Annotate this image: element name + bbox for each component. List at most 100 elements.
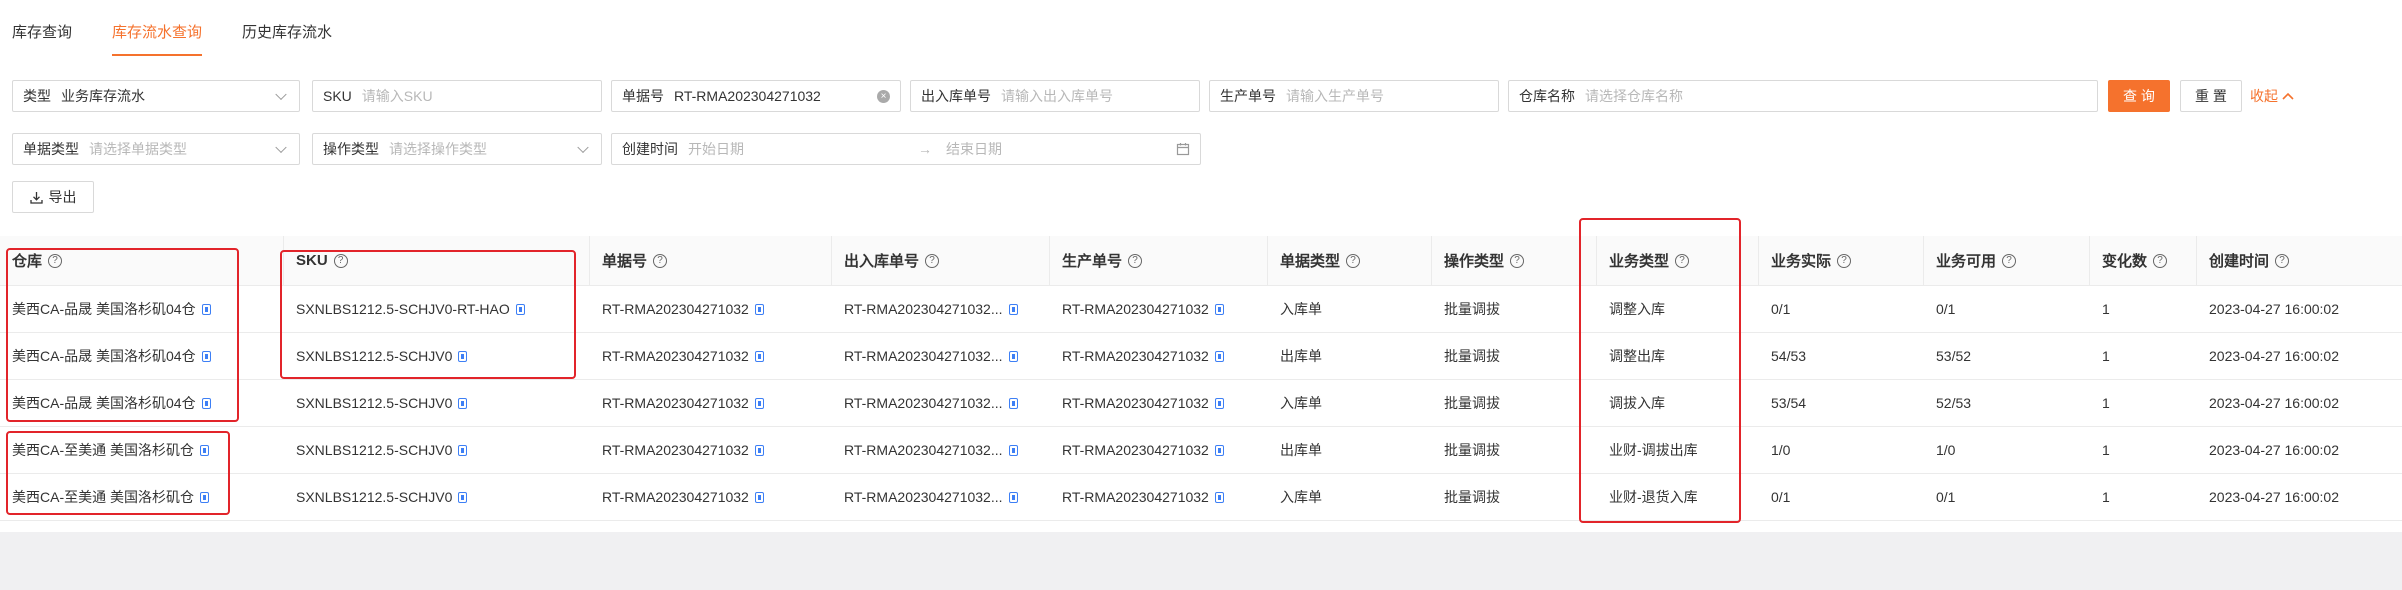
clear-icon[interactable]: × (877, 90, 890, 103)
copy-icon[interactable] (1214, 491, 1224, 503)
doc-type-select[interactable]: 单据类型 请选择单据类型 (12, 133, 300, 165)
doc-type-placeholder: 请选择单据类型 (89, 141, 187, 157)
col-header-label: 变化数 (2102, 253, 2148, 270)
column-divider (1758, 236, 1759, 285)
chevron-down-icon (275, 88, 287, 101)
highlight-box-business-type (1579, 218, 1741, 523)
cell-prod-no: RT-RMA202304271032 (1050, 333, 1268, 379)
cell-text: 53/52 (1936, 348, 1972, 364)
copy-icon[interactable] (1214, 397, 1224, 409)
chevron-down-icon (275, 141, 287, 154)
cell-change-count: 1 (2090, 286, 2197, 332)
warehouse-field[interactable]: 仓库名称 请选择仓库名称 (1508, 80, 2098, 112)
cell-text: RT-RMA202304271032... (844, 442, 1003, 458)
cell-change-count: 1 (2090, 474, 2197, 520)
help-icon[interactable]: ? (1128, 253, 1143, 268)
cell-text: 2023-04-27 16:00:02 (2209, 301, 2339, 317)
copy-icon[interactable] (458, 397, 468, 409)
cell-text: 1/0 (1936, 442, 1956, 458)
copy-icon[interactable] (1214, 444, 1224, 456)
reset-button[interactable]: 重 置 (2180, 80, 2242, 112)
copy-icon[interactable] (458, 444, 468, 456)
col-header-io-no: 出入库单号? (832, 236, 1050, 285)
column-divider (1049, 236, 1050, 285)
help-icon[interactable]: ? (1837, 253, 1852, 268)
order-no-field[interactable]: 单据号 RT-RMA202304271032 × (611, 80, 901, 112)
column-divider (1431, 236, 1432, 285)
cell-text: RT-RMA202304271032 (1062, 301, 1209, 317)
type-value: 业务库存流水 (61, 88, 145, 104)
query-button[interactable]: 查 询 (2108, 80, 2170, 112)
help-icon[interactable]: ? (2153, 253, 2168, 268)
collapse-link[interactable]: 收起 (2250, 86, 2294, 106)
cell-text: RT-RMA202304271032... (844, 301, 1003, 317)
cell-created-time: 2023-04-27 16:00:02 (2197, 427, 2402, 473)
cell-text: RT-RMA202304271032 (1062, 395, 1209, 411)
table-row: 美西CA-至美通 美国洛杉矶仓 SXNLBS1212.5-SCHJV0 RT-RMA… (0, 474, 2402, 521)
cell-prod-no: RT-RMA202304271032 (1050, 474, 1268, 520)
created-date-range[interactable]: 创建时间 开始日期 → 结束日期 (611, 133, 1201, 165)
help-icon[interactable]: ? (1346, 253, 1361, 268)
help-icon[interactable]: ? (1510, 253, 1525, 268)
copy-icon[interactable] (754, 350, 764, 362)
tab-inventory-flow-query[interactable]: 库存流水查询 (112, 0, 203, 56)
copy-icon[interactable] (754, 491, 764, 503)
cell-created-time: 2023-04-27 16:00:02 (2197, 380, 2402, 426)
type-select[interactable]: 类型 业务库存流水 (12, 80, 300, 112)
sku-label: SKU (323, 88, 352, 104)
prod-no-label: 生产单号 (1220, 88, 1276, 104)
copy-icon[interactable] (754, 303, 764, 315)
copy-icon[interactable] (1008, 491, 1018, 503)
copy-icon[interactable] (754, 444, 764, 456)
cell-text: 批量调拔 (1444, 442, 1500, 458)
cell-text: RT-RMA202304271032... (844, 348, 1003, 364)
calendar-icon (1176, 143, 1190, 156)
cell-text: 0/1 (1771, 301, 1791, 317)
cell-created-time: 2023-04-27 16:00:02 (2197, 474, 2402, 520)
copy-icon[interactable] (754, 397, 764, 409)
cell-text: 52/53 (1936, 395, 1972, 411)
cell-biz-available: 1/0 (1924, 427, 2090, 473)
cell-text: 1 (2102, 395, 2110, 411)
col-header-label: 操作类型 (1444, 253, 1505, 270)
copy-icon[interactable] (1008, 397, 1018, 409)
io-no-field[interactable]: 出入库单号 请输入出入库单号 (910, 80, 1200, 112)
cell-text: 入库单 (1280, 301, 1322, 317)
op-type-select[interactable]: 操作类型 请选择操作类型 (312, 133, 602, 165)
column-divider (2089, 236, 2090, 285)
tab-history-flow[interactable]: 历史库存流水 (242, 0, 332, 56)
copy-icon[interactable] (1008, 303, 1018, 315)
chevron-up-icon (2282, 92, 2294, 100)
cell-biz-actual: 0/1 (1759, 474, 1924, 520)
copy-icon[interactable] (1214, 303, 1224, 315)
help-icon[interactable]: ? (925, 253, 940, 268)
cell-text: RT-RMA202304271032 (602, 395, 749, 411)
cell-text: 批量调拔 (1444, 395, 1500, 411)
order-no-value: RT-RMA202304271032 (674, 88, 821, 104)
export-button[interactable]: 导出 (12, 181, 94, 213)
help-icon[interactable]: ? (2275, 253, 2290, 268)
help-icon[interactable]: ? (653, 253, 668, 268)
cell-text: 2023-04-27 16:00:02 (2209, 395, 2339, 411)
cell-prod-no: RT-RMA202304271032 (1050, 380, 1268, 426)
copy-icon[interactable] (1008, 350, 1018, 362)
cell-text: SXNLBS1212.5-SCHJV0 (296, 395, 453, 411)
tab-inventory-query[interactable]: 库存查询 (12, 0, 72, 56)
start-date-placeholder: 开始日期 (688, 141, 744, 157)
column-divider (2196, 236, 2197, 285)
help-icon[interactable]: ? (2002, 253, 2017, 268)
copy-icon[interactable] (1214, 350, 1224, 362)
cell-text: RT-RMA202304271032 (602, 348, 749, 364)
cell-biz-actual: 1/0 (1759, 427, 1924, 473)
cell-biz-available: 52/53 (1924, 380, 2090, 426)
prod-no-field[interactable]: 生产单号 请输入生产单号 (1209, 80, 1499, 112)
cell-op-type: 批量调拔 (1432, 286, 1597, 332)
cell-text: RT-RMA202304271032 (1062, 348, 1209, 364)
copy-icon[interactable] (458, 491, 468, 503)
copy-icon[interactable] (1008, 444, 1018, 456)
cell-text: 0/1 (1771, 489, 1791, 505)
sku-field[interactable]: SKU 请输入SKU (312, 80, 602, 112)
col-header-label: 单据号 (602, 253, 648, 270)
cell-op-type: 批量调拔 (1432, 427, 1597, 473)
cell-prod-no: RT-RMA202304271032 (1050, 286, 1268, 332)
